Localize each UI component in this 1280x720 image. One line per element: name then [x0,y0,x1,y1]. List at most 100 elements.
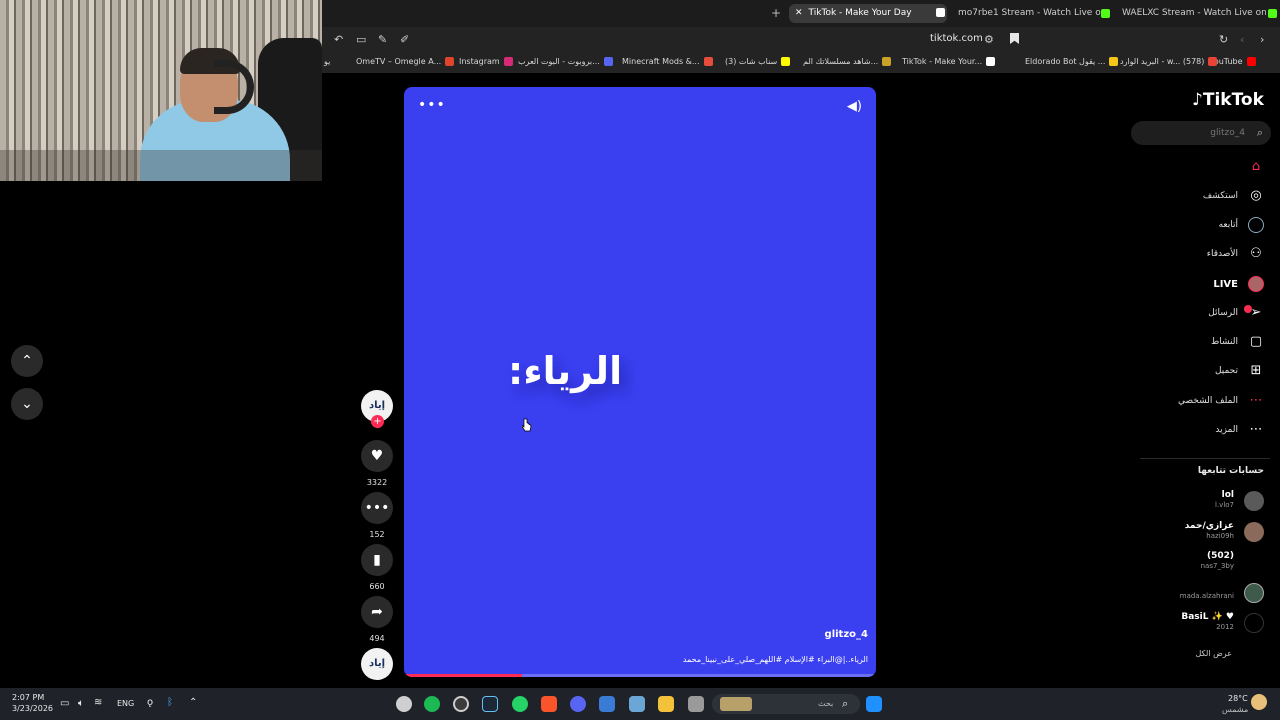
tray-chevron-icon[interactable]: ⌃ [189,697,197,708]
edit-icon[interactable]: ✎ [378,33,387,47]
sidebar-divider [1140,458,1270,459]
share-icon[interactable]: ➦ [361,596,393,628]
browser-toolbar: ↶ ▭ ✎ ✐ tiktok.com ⚙ ↻ ‹ › [322,27,1280,53]
follow-plus-icon[interactable]: + [371,415,384,428]
nav-home[interactable]: ⌂ [1134,158,1264,178]
eldorado-icon [1109,57,1119,66]
bookmark-probot[interactable]: بروبوت - البوت العرب... [518,57,613,66]
nav-explore[interactable]: استكشف ◎ [1134,187,1264,207]
like-action[interactable]: ♥ 3322 [361,440,393,487]
draw-icon[interactable]: ✐ [400,33,409,47]
discord-icon[interactable] [570,696,586,712]
wifi-icon[interactable]: ≋ [94,697,102,708]
language-indicator[interactable]: ENG [117,699,134,708]
bookmark-overflow[interactable]: يو [324,57,330,66]
save-count: 660 [369,582,385,591]
bookmark-ometv[interactable]: OmeTV – Omegle A... [356,57,455,66]
undo-icon[interactable]: ↶ [334,33,343,47]
search-input[interactable] [1141,125,1245,141]
nav-activity[interactable]: النشاط ▢ [1134,333,1264,353]
steam-icon[interactable] [482,696,498,712]
start-button-icon[interactable] [866,696,882,712]
nav-live[interactable]: LIVE [1134,275,1264,295]
close-tab-icon[interactable]: ✕ [795,8,803,18]
taskbar-search[interactable]: بحث ⌕ [712,694,860,714]
webcam-overlay [0,0,322,181]
music-disc-avatar[interactable]: إياد [361,648,393,680]
store-icon[interactable] [599,696,615,712]
heart-icon[interactable]: ♥ [361,440,393,472]
bookmark-eldorado[interactable]: Eldorado Bot يقول ... [1025,57,1119,66]
bookmark-minecraft[interactable]: Minecraft Mods &... [622,57,713,66]
video-overlay-text: الرياء: [508,349,623,393]
back-icon[interactable]: ‹ [1240,33,1244,47]
microphone-icon[interactable]: ǫ [147,697,153,708]
following-account[interactable]: (502) nas7_3by [1134,551,1264,573]
snapchat-icon [781,57,791,66]
video-player[interactable]: ••• ◀) الرياء: glitzo_4 الرياء..|@البراء… [404,87,876,677]
see-all-link[interactable]: عرض الكل [1195,649,1232,658]
weather-desc[interactable]: مشمس [1222,705,1248,714]
volume-icon[interactable]: 🔈︎ [78,698,84,709]
following-account[interactable]: BasiL ✨ ♥ 2012 [1134,612,1264,634]
share-action[interactable]: ➦ 494 [361,596,393,643]
battery-icon[interactable]: ▭ [60,698,69,709]
comment-action[interactable]: ••• 152 [361,492,393,539]
nav-profile[interactable]: الملف الشخصي ⋯ [1134,392,1264,412]
url-bar[interactable]: tiktok.com [930,33,983,44]
whatsapp-icon[interactable] [512,696,528,712]
obs-icon[interactable] [453,696,469,712]
tab-mo7rbe1[interactable]: mo7rbe1 Stream - Watch Live on Kick [952,4,1102,23]
new-tab-button[interactable]: + [765,4,787,23]
nav-upload[interactable]: تحميل ⊞ [1134,362,1264,382]
save-action[interactable]: ▮ 660 [361,544,393,591]
tab-tiktok[interactable]: ✕ TikTok - Make Your Day [789,4,947,23]
clock-date[interactable]: 3/23/2026 [12,704,53,713]
brave-browser-icon[interactable] [541,696,557,712]
tiktok-icon [986,57,996,66]
clock-time[interactable]: 2:07 PM [12,693,44,702]
following-account[interactable]: mada.alzahrani [1134,582,1264,604]
settings-app-icon[interactable] [396,696,412,712]
video-description: الرياء..|@البراء #الإسلام #اللهم_صلي_على… [682,655,868,664]
file-explorer-icon[interactable] [658,696,674,712]
previous-video-button[interactable]: ⌃ [11,345,43,377]
nav-friends[interactable]: الأصدقاء ⚇ [1134,245,1264,265]
weather-sun-icon[interactable] [1251,694,1267,710]
tiktok-logo[interactable]: ♪TikTok [1192,90,1264,110]
bluetooth-icon[interactable]: ᛒ [167,697,173,708]
bookmark-instagram[interactable]: Instagram [459,57,513,66]
bookmark-icon[interactable] [1010,33,1019,44]
bookmark-save-icon[interactable]: ▮ [361,544,393,576]
live-icon [1248,276,1264,292]
following-account[interactable]: عزازي/حمد hazi09h [1134,521,1264,543]
instagram-icon [503,57,513,66]
following-account[interactable]: lol l.vlo7 [1134,490,1264,512]
screenshot-icon[interactable]: ▭ [356,33,366,47]
probot-icon [603,57,613,66]
more-icon: ⋯ [1249,422,1263,437]
video-progress-bar[interactable] [404,674,876,677]
search-icon[interactable]: ⌕ [1257,126,1263,140]
nav-following[interactable]: أتابعه [1134,216,1264,236]
more-options-icon[interactable]: ••• [418,97,446,113]
video-author[interactable]: glitzo_4 [825,629,868,640]
reload-icon[interactable]: ↻ [1219,33,1228,47]
bookmark-shahid[interactable]: شاهد مسلسلاتك الم... [803,57,892,66]
forward-icon[interactable]: › [1260,33,1264,47]
spotify-icon[interactable] [424,696,440,712]
terminal-icon[interactable] [688,696,704,712]
sound-icon[interactable]: ◀) [847,99,862,114]
kick-favicon-icon [1101,9,1110,18]
bookmark-tiktok[interactable]: TikTok - Make Your... [902,57,996,66]
tab-waelxc[interactable]: WAELXC Stream - Watch Live on Kick [1116,4,1266,23]
bookmark-gmail[interactable]: البريد الوارد - w... (578) [1120,57,1218,66]
weather-temp[interactable]: 28°C [1228,694,1248,703]
bookmark-snapchat[interactable]: سناب شات (3) [725,57,791,66]
comment-icon[interactable]: ••• [361,492,393,524]
image-viewer-icon[interactable] [629,696,645,712]
next-video-button[interactable]: ⌄ [11,388,43,420]
nav-more[interactable]: المزيد ⋯ [1134,421,1264,441]
site-settings-icon[interactable]: ⚙ [984,33,994,47]
search-box[interactable]: ⌕ [1131,121,1271,145]
